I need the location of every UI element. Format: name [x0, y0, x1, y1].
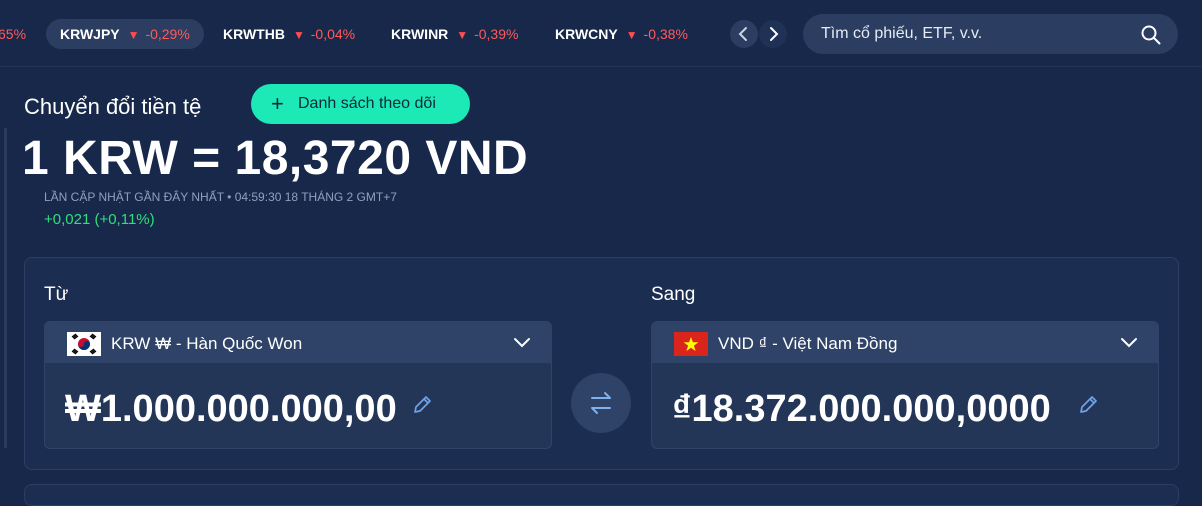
- from-currency-select[interactable]: KRW ₩ - Hàn Quốc Won: [45, 322, 551, 363]
- scrollbar[interactable]: [4, 128, 7, 448]
- ticker-bar: 65% KRWJPY ▼ -0,29% KRWTHB ▼ -0,04% KRWINR…: [0, 0, 1202, 67]
- ticker-change: -0,04%: [310, 26, 356, 42]
- ticker-change: -0,38%: [643, 26, 688, 42]
- swap-arrows-icon: [591, 392, 611, 414]
- to-amount[interactable]: ₫18.372.000.000,0000: [672, 388, 1051, 431]
- search-icon[interactable]: [1140, 24, 1162, 46]
- ticker-item[interactable]: KRWCNY ▼ -0,38%: [555, 19, 688, 49]
- ticker-symbol: KRWJPY: [60, 26, 120, 42]
- watchlist-label: Danh sách theo dõi: [298, 95, 436, 112]
- to-currency-select[interactable]: VND ₫ - Việt Nam Đồng: [652, 322, 1158, 363]
- swap-currency-button[interactable]: [571, 373, 631, 433]
- to-currency-box: VND ₫ - Việt Nam Đồng ₫18.372.000.000,00…: [651, 321, 1159, 449]
- last-updated: LẦN CẬP NHẬT GẦN ĐÂY NHẤT • 04:59:30 18 …: [44, 190, 397, 204]
- search-input[interactable]: Tìm cổ phiếu, ETF, v.v.: [803, 14, 1178, 54]
- ticker-item[interactable]: 65%: [0, 19, 26, 49]
- next-panel: [24, 484, 1179, 506]
- vietnam-flag-icon: [674, 332, 708, 356]
- chevron-right-icon: [770, 27, 779, 41]
- ticker-prev-button[interactable]: [730, 20, 758, 48]
- page-title: Chuyển đổi tiền tệ: [24, 94, 202, 119]
- down-arrow-icon: ▼: [625, 28, 638, 42]
- down-arrow-icon: ▼: [292, 28, 305, 42]
- pencil-icon[interactable]: [411, 394, 433, 416]
- ticker-item[interactable]: KRWTHB ▼ -0,04%: [223, 19, 355, 49]
- from-label: Từ: [44, 284, 69, 305]
- chevron-left-icon: [738, 27, 747, 41]
- ticker-change: 65%: [0, 26, 27, 42]
- pencil-icon[interactable]: [1077, 394, 1099, 416]
- down-arrow-icon: ▼: [127, 28, 140, 42]
- to-label: Sang: [651, 284, 696, 305]
- chevron-down-icon: [1121, 338, 1137, 348]
- to-currency-name: VND ₫ - Việt Nam Đồng: [718, 334, 898, 353]
- plus-icon: +: [271, 91, 284, 116]
- from-currency-name: KRW ₩ - Hàn Quốc Won: [111, 334, 303, 353]
- exchange-rate: 1 KRW = 18,3720 VND: [22, 132, 529, 185]
- ticker-next-button[interactable]: [759, 20, 787, 48]
- ticker-change: -0,29%: [145, 26, 190, 42]
- rate-change: +0,021 (+0,11%): [44, 211, 155, 228]
- ticker-symbol: KRWCNY: [555, 26, 618, 42]
- south-korea-flag-icon: [67, 332, 101, 356]
- chevron-down-icon: [514, 338, 530, 348]
- ticker-item[interactable]: KRWINR ▼ -0,39%: [391, 19, 518, 49]
- ticker-symbol: KRWTHB: [223, 26, 285, 42]
- watchlist-button[interactable]: + Danh sách theo dõi: [251, 84, 470, 124]
- from-amount[interactable]: ₩1.000.000.000,00: [65, 388, 397, 431]
- down-arrow-icon: ▼: [456, 28, 469, 42]
- ticker-fade: [690, 14, 730, 54]
- from-currency-box: KRW ₩ - Hàn Quốc Won ₩1.000.000.000,00: [44, 321, 552, 449]
- ticker-symbol: KRWINR: [391, 26, 449, 42]
- ticker-change: -0,39%: [474, 26, 519, 42]
- ticker-item[interactable]: KRWJPY ▼ -0,29%: [46, 19, 204, 49]
- search-placeholder: Tìm cổ phiếu, ETF, v.v.: [821, 25, 983, 42]
